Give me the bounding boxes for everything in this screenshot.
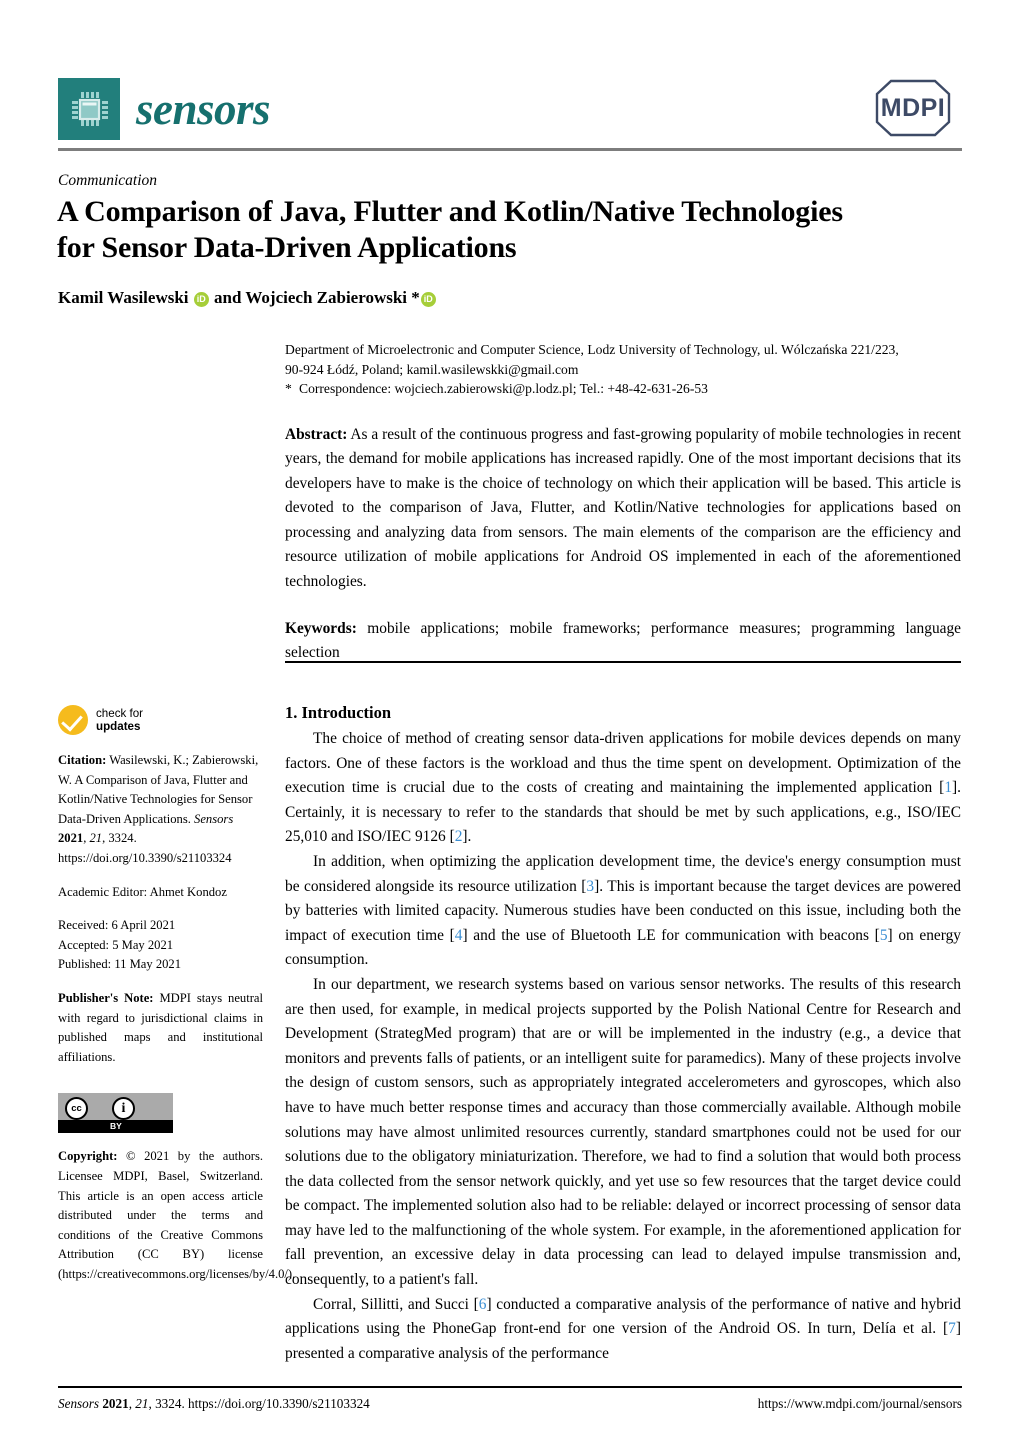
- footer-divider: [58, 1386, 962, 1388]
- abstract-text: As a result of the continuous progress a…: [285, 425, 961, 591]
- header-divider: [58, 148, 962, 151]
- author-list: Kamil Wasilewski iD and Wojciech Zabiero…: [58, 287, 958, 309]
- orcid-icon[interactable]: iD: [420, 292, 436, 307]
- keywords-text: mobile applications; mobile frameworks; …: [285, 619, 961, 662]
- paragraph-text: The choice of method of creating sensor …: [285, 730, 961, 797]
- paragraph-text: In our department, we research systems b…: [285, 975, 961, 1289]
- paragraph-text: ].: [462, 828, 472, 846]
- keywords-block: Keywords: mobile applications; mobile fr…: [285, 617, 961, 666]
- affiliation-line-2: 90-924 Łódź, Poland; kamil.wasilewskki@g…: [285, 361, 579, 377]
- cc-by-label: BY: [110, 1121, 122, 1132]
- citation-label: Citation:: [58, 753, 107, 767]
- cfu-line-2: updates: [96, 720, 141, 733]
- publisher-note: Publisher's Note: MDPI stays neutral wit…: [58, 989, 263, 1067]
- microchip-icon: [58, 78, 120, 140]
- affiliation-block: Department of Microelectronic and Comput…: [285, 340, 961, 399]
- article-front-matter: Department of Microelectronic and Comput…: [285, 340, 961, 666]
- affiliation-line-1: Department of Microelectronic and Comput…: [285, 342, 899, 357]
- published-date: Published: 11 May 2021: [58, 957, 182, 972]
- paragraph-text: ] and the use of Bluetooth LE for commun…: [462, 926, 880, 944]
- page-title: A Comparison of Java, Flutter and Kotlin…: [57, 194, 957, 266]
- citation-volume: 21: [89, 831, 103, 846]
- check-for-updates-badge[interactable]: check for updates: [58, 703, 263, 737]
- journal-header: sensors MDPI: [58, 72, 962, 146]
- correspondence-row: * Correspondence: wojciech.zabierowski@p…: [285, 379, 961, 399]
- footer-journal-url[interactable]: https://www.mdpi.com/journal/sensors: [758, 1396, 962, 1412]
- copyright-block: Copyright: © 2021 by the authors. Licens…: [58, 1147, 295, 1284]
- author-1: Kamil Wasilewski: [58, 288, 189, 307]
- title-line-2: for Sensor Data-Driven Applications: [57, 231, 517, 264]
- paper-page: sensors MDPI Communication A Comparison …: [0, 0, 1020, 1442]
- academic-editor: Academic Editor: Ahmet Kondoz: [58, 884, 227, 899]
- footer-doi[interactable]: https://doi.org/10.3390/s21103324: [188, 1396, 370, 1411]
- check-circle-icon: [58, 705, 88, 735]
- footer-year: 2021: [102, 1396, 129, 1411]
- footer-volume: 21: [135, 1396, 149, 1411]
- journal-title: sensors: [136, 83, 271, 134]
- footer-citation: Sensors 2021, 21, 3324. https://doi.org/…: [58, 1396, 370, 1411]
- citation-link[interactable]: 7: [948, 1320, 956, 1337]
- citation-block: Citation: Wasilewski, K.; Zabierowski, W…: [58, 751, 263, 869]
- citation-link[interactable]: 5: [880, 927, 888, 944]
- introduction-body: The choice of method of creating sensor …: [285, 727, 961, 1366]
- citation-doi[interactable]: https://doi.org/10.3390/s21103324: [58, 849, 263, 869]
- cfu-line-1: check for: [96, 707, 144, 720]
- citation-link[interactable]: 1: [944, 779, 952, 796]
- citation-year: 2021: [58, 831, 84, 846]
- article-type-label: Communication: [58, 172, 158, 189]
- keywords-label: Keywords:: [285, 619, 357, 637]
- paragraph: Corral, Sillitti, and Succi [6] conducte…: [285, 1293, 961, 1367]
- svg-text:MDPI: MDPI: [881, 94, 946, 122]
- correspondence-marker: *: [285, 381, 292, 396]
- title-line-1: A Comparison of Java, Flutter and Kotlin…: [57, 195, 843, 228]
- creative-commons-icon: cc i BY: [58, 1093, 173, 1134]
- copyright-label: Copyright:: [58, 1149, 118, 1164]
- sidebar: check for updates Citation: Wasilewski, …: [58, 703, 295, 1284]
- check-for-updates-text: check for updates: [96, 707, 143, 733]
- citation-journal: Sensors: [194, 811, 234, 826]
- page-footer: Sensors 2021, 21, 3324. https://doi.org/…: [58, 1396, 962, 1412]
- correspondence-text: Correspondence: wojciech.zabierowski@p.l…: [299, 381, 708, 396]
- abstract-block: Abstract: As a result of the continuous …: [285, 423, 961, 595]
- mdpi-logo: MDPI: [864, 78, 962, 138]
- citation-link[interactable]: 3: [586, 878, 594, 895]
- received-date: Received: 6 April 2021: [58, 918, 176, 933]
- journal-logo: sensors: [58, 78, 271, 140]
- paragraph: In addition, when optimizing the applica…: [285, 850, 961, 973]
- author-2: and Wojciech Zabierowski *: [214, 288, 420, 307]
- section-heading-introduction: 1. Introduction: [285, 703, 392, 722]
- citation-article-no: 3324: [108, 831, 134, 846]
- footer-article-no: 3324.: [155, 1396, 185, 1411]
- front-matter-divider: [285, 661, 961, 663]
- paragraph: In our department, we research systems b…: [285, 973, 961, 1293]
- abstract-label: Abstract:: [285, 425, 348, 443]
- publisher-note-label: Publisher's Note:: [58, 990, 154, 1005]
- accepted-date: Accepted: 5 May 2021: [58, 937, 174, 952]
- footer-journal: Sensors: [58, 1396, 100, 1411]
- paragraph-text: Corral, Sillitti, and Succi [: [313, 1295, 479, 1313]
- article-dates: Received: 6 April 2021 Accepted: 5 May 2…: [58, 916, 263, 975]
- orcid-icon[interactable]: iD: [193, 292, 209, 307]
- copyright-text: © 2021 by the authors. Licensee MDPI, Ba…: [58, 1149, 296, 1281]
- paragraph: The choice of method of creating sensor …: [285, 727, 961, 850]
